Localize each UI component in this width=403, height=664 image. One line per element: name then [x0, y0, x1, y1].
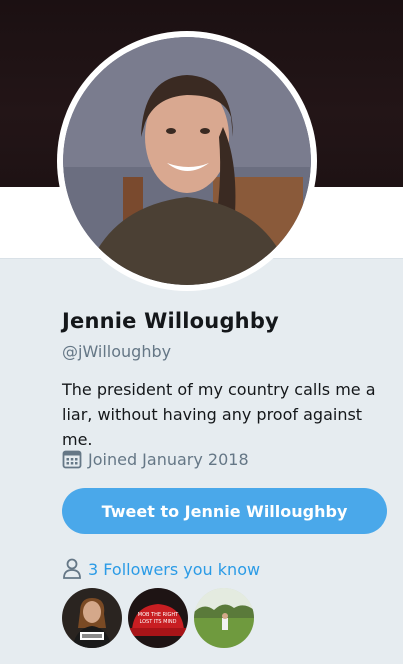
follower-avatar-2-hat-text: MOB THE RIGHT — [138, 612, 179, 618]
joined-label: Joined January 2018 — [88, 449, 249, 469]
follower-avatar-2-hat-text-2: LOST ITS MIND — [139, 619, 176, 625]
profile-handle[interactable]: @jWilloughby — [62, 342, 171, 361]
follower-avatar-1[interactable] — [62, 588, 122, 648]
follower-avatar-3-image — [194, 588, 254, 648]
joined-date: Joined January 2018 — [62, 449, 249, 469]
profile-bio: The president of my country calls me a l… — [62, 380, 376, 449]
follower-avatar-3[interactable] — [194, 588, 254, 648]
followers-you-know-avatars: MOB THE RIGHT LOST ITS MIND — [62, 588, 254, 648]
profile-avatar-image — [63, 37, 311, 285]
follower-avatar-2-image: MOB THE RIGHT LOST ITS MIND — [128, 588, 188, 648]
calendar-icon — [62, 450, 82, 469]
profile-name: Jennie Willoughby — [62, 309, 279, 333]
person-icon — [63, 558, 81, 579]
followers-you-know-label: 3 Followers you know — [88, 559, 261, 579]
tweet-to-button[interactable]: Tweet to Jennie Willoughby — [62, 488, 387, 534]
follower-avatar-1-image — [62, 588, 122, 648]
follower-avatar-2[interactable]: MOB THE RIGHT LOST ITS MIND — [128, 588, 188, 648]
profile-avatar[interactable] — [57, 31, 317, 291]
followers-you-know-link[interactable]: 3 Followers you know — [62, 558, 260, 580]
